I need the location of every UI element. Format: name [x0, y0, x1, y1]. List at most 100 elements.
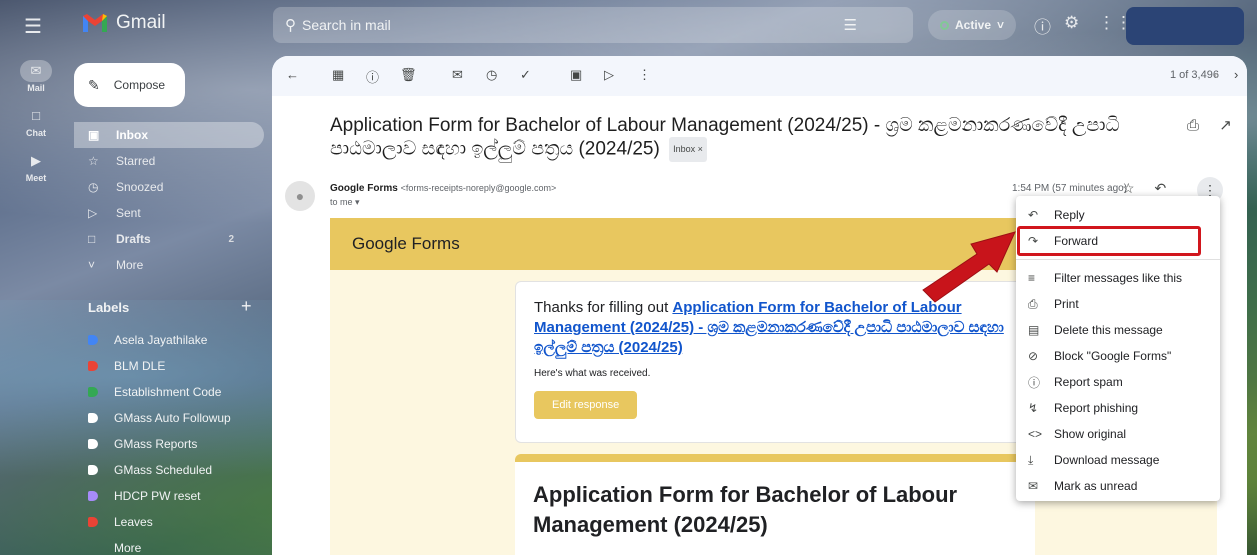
chevron-right-icon[interactable]: › [1234, 67, 1238, 82]
nav-label: Snoozed [116, 180, 164, 194]
menu-label: Print [1054, 297, 1079, 311]
menu-item-filter[interactable]: ≡ Filter messages like this [1016, 265, 1220, 291]
label-name: Asela Jayathilake [114, 333, 208, 347]
new-window-icon[interactable]: ↗ [1219, 117, 1232, 134]
label-tag-icon [88, 439, 98, 449]
menu-item-show-original[interactable]: <> Show original [1016, 421, 1220, 447]
mark-unread-icon[interactable]: ✉ [452, 67, 463, 83]
block-icon: ⊘ [1028, 349, 1039, 363]
menu-item-report-spam[interactable]: ⓘ Report spam [1016, 369, 1220, 395]
add-task-icon[interactable]: ✓ [520, 67, 531, 83]
archive-icon[interactable]: ▦ [332, 67, 344, 83]
rail-label: Mail [27, 83, 45, 93]
more-vert-icon[interactable]: ⋮ [638, 67, 651, 83]
nav-item-sent[interactable]: ▷ Sent [74, 200, 264, 226]
star-icon[interactable]: ☆ [1122, 180, 1135, 196]
nav-item-snoozed[interactable]: ◷ Snoozed [74, 174, 264, 200]
nav-label: More [116, 258, 144, 272]
menu-label: Block "Google Forms" [1054, 349, 1172, 363]
back-arrow-icon[interactable]: ← [286, 67, 299, 82]
search-bar[interactable]: ⚲ ☰ [273, 7, 913, 43]
compose-button[interactable]: ✎ Compose [74, 63, 185, 107]
menu-label: Show original [1054, 427, 1127, 441]
print-icon[interactable]: ⎙ [1187, 117, 1199, 134]
trash-icon[interactable]: 🗑 [400, 67, 417, 83]
recipient-details[interactable]: to me ▾ [330, 197, 360, 208]
form-summary-card: Application Form for Bachelor of Labour … [515, 454, 1035, 555]
rail-label: Meet [25, 173, 47, 183]
settings-icon[interactable]: ⚙ [1064, 13, 1079, 33]
rail-item-meet[interactable]: ▶ Meet [0, 150, 72, 183]
menu-item-block[interactable]: ⊘ Block "Google Forms" [1016, 343, 1220, 369]
menu-item-report-phishing[interactable]: ↯ Report phishing [1016, 395, 1220, 421]
search-options-icon[interactable]: ☰ [844, 16, 857, 34]
nav-item-more[interactable]: ˅ More [74, 252, 264, 278]
move-to-icon[interactable]: ▣ [570, 67, 582, 83]
label-item-more[interactable]: More [74, 535, 264, 555]
code-icon: <> [1028, 427, 1043, 441]
main-menu-icon[interactable]: ☰ [24, 14, 42, 39]
chevron-left-icon[interactable]: ‹ [1214, 67, 1218, 82]
label-icon[interactable]: ▷ [604, 67, 614, 83]
video-icon: ▶ [31, 153, 41, 168]
label-tag-icon [88, 335, 98, 345]
labels-list: Asela Jayathilake BLM DLE Establishment … [74, 327, 264, 555]
draft-icon: □ [88, 232, 96, 246]
menu-divider [1016, 259, 1220, 260]
nav-label: Sent [116, 206, 141, 220]
menu-label: Reply [1054, 208, 1085, 222]
nav-item-starred[interactable]: ☆ Starred [74, 148, 264, 174]
edit-response-button[interactable]: Edit response [534, 391, 638, 419]
report-icon: ⓘ [1028, 375, 1041, 390]
send-icon: ▷ [88, 206, 98, 220]
menu-label: Report spam [1054, 375, 1123, 389]
nav-label: Drafts [116, 232, 151, 246]
print-icon: ⎙ [1028, 296, 1038, 311]
label-item[interactable]: GMass Scheduled [74, 457, 264, 483]
search-icon[interactable]: ⚲ [285, 16, 296, 34]
rail-item-mail[interactable]: ✉ Mail [0, 60, 72, 93]
compose-label: Compose [113, 78, 166, 92]
label-tag-icon [88, 387, 98, 397]
rail-item-chat[interactable]: □ Chat [0, 105, 72, 138]
chevron-down-icon: ˅ [997, 18, 1005, 32]
menu-label: Filter messages like this [1054, 271, 1183, 285]
nav-item-inbox[interactable]: ▣ Inbox [74, 122, 264, 148]
menu-label: Delete this message [1054, 323, 1163, 337]
account-area[interactable] [1126, 7, 1244, 45]
snooze-icon[interactable]: ◷ [486, 67, 497, 83]
sender-email: <forms-receipts-noreply@google.com> [400, 183, 557, 193]
gmail-logo[interactable]: Gmail [82, 12, 166, 34]
help-icon[interactable]: ⓘ [1034, 13, 1051, 38]
report-spam-icon[interactable]: ⓘ [366, 67, 379, 86]
label-item[interactable]: Asela Jayathilake [74, 327, 264, 353]
label-item[interactable]: Leaves [74, 509, 264, 535]
menu-item-download[interactable]: ⤓ Download message [1016, 447, 1220, 473]
label-item[interactable]: BLM DLE [74, 353, 264, 379]
label-name: GMass Scheduled [114, 463, 213, 477]
status-chip[interactable]: Active ˅ [928, 10, 1017, 40]
mail-icon: ✉ [20, 60, 52, 82]
menu-item-mark-unread[interactable]: ✉ Mark as unread [1016, 473, 1220, 499]
label-item[interactable]: GMass Reports [74, 431, 264, 457]
nav-item-drafts[interactable]: □ Drafts 2 [74, 226, 264, 252]
menu-item-delete[interactable]: ▤ Delete this message [1016, 317, 1220, 343]
drafts-count: 2 [228, 233, 234, 245]
search-input[interactable] [302, 17, 844, 33]
download-icon: ⤓ [1028, 452, 1034, 467]
app-name: Gmail [116, 12, 166, 33]
label-name: BLM DLE [114, 359, 166, 373]
menu-item-reply[interactable]: ↶ Reply [1016, 202, 1220, 228]
add-label-icon[interactable]: + [241, 296, 252, 317]
label-name: HDCP PW reset [114, 489, 201, 503]
label-item[interactable]: Establishment Code [74, 379, 264, 405]
inbox-label-chip[interactable]: Inbox × [669, 137, 707, 162]
menu-item-print[interactable]: ⎙ Print [1016, 291, 1220, 317]
label-item[interactable]: HDCP PW reset [74, 483, 264, 509]
label-name: GMass Auto Followup [114, 411, 231, 425]
avatar: ● [285, 181, 315, 211]
reply-icon[interactable]: ↶ [1154, 180, 1166, 196]
label-item[interactable]: GMass Auto Followup [74, 405, 264, 431]
chat-icon: □ [32, 108, 40, 123]
email-subject: Application Form for Bachelor of Labour … [330, 114, 1150, 162]
